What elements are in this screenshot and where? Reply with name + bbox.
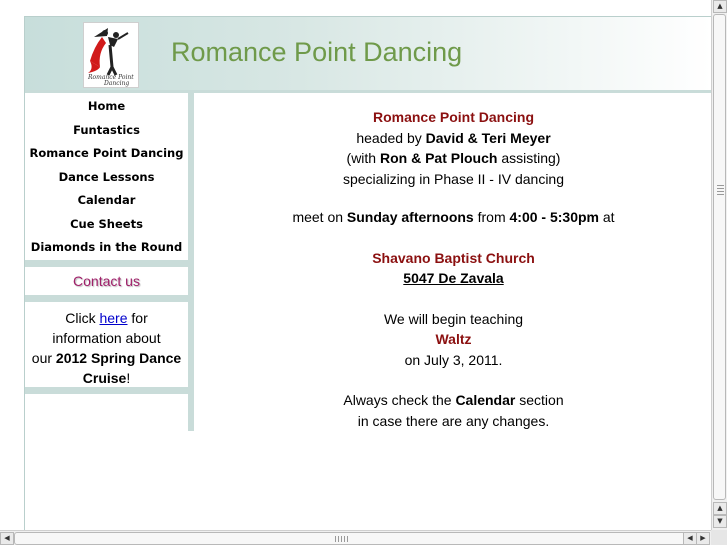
promo-our: our [31,349,53,366]
horizontal-scrollbar[interactable]: ◀ ◀ ▶ [0,530,711,545]
assisting-text: assisting) [501,150,561,166]
begin-teaching-text: We will begin teaching [383,310,524,327]
nav-item-calendar[interactable]: Calendar [25,189,188,213]
nav-item-romance-point-dancing[interactable]: Romance Point Dancing [25,142,188,166]
changes-text: in case there are any changes. [357,412,550,429]
promo-line2: information about [52,329,161,346]
scroll-right-icon[interactable]: ▶ [696,532,710,545]
scroll-up-icon[interactable]: ▲ [713,0,727,13]
svg-text:Dancing: Dancing [103,80,129,87]
check-pre-text: Always check the [343,392,452,408]
vertical-scrollbar[interactable]: ▲ ▲ ▼ [711,0,727,530]
promo-cruise: 2012 Spring Dance Cruise [55,349,182,386]
promo-end: ! [126,369,131,386]
scroll-left-icon[interactable]: ◀ [0,532,14,545]
check-post-text: section [519,392,564,408]
promo-for: for [131,309,148,326]
meeting-time: 4:00 - 5:30pm [509,209,599,225]
sidebar-divider [25,259,188,267]
left-margin [0,0,24,530]
assistants-name: Ron & Pat Plouch [379,150,498,166]
headed-by-text: headed by [356,129,422,146]
cruise-promo: Click here for information about our 201… [25,302,188,387]
sidebar: Home Funtastics Romance Point Dancing Da… [25,93,188,431]
nav-item-dance-lessons[interactable]: Dance Lessons [25,166,188,190]
page-frame: Romance Point Dancing Romance Point Danc… [24,16,712,531]
dancing-couple-logo[interactable]: Romance Point Dancing [83,22,139,88]
scroll-down-icon[interactable]: ▼ [713,515,727,528]
scrollbar-corner [711,530,727,545]
scroll-up-icon[interactable]: ▲ [713,502,727,515]
sidebar-divider [25,386,188,394]
sidebar-edge [188,93,194,431]
vertical-scroll-thumb[interactable] [713,14,726,500]
meet-on-text: meet on [292,209,344,225]
group-name: Romance Point Dancing [372,109,535,125]
specializing-text: specializing in Phase II - IV dancing [342,170,564,187]
meeting-day: Sunday afternoons [346,209,474,225]
calendar-mention: Calendar [455,392,516,408]
nav-item-funtastics[interactable]: Funtastics [25,119,188,143]
site-header: Romance Point Dancing Romance Point Danc… [25,17,712,93]
scroll-left-icon[interactable]: ◀ [683,532,697,545]
nav-item-diamonds-in-the-round[interactable]: Diamonds in the Round [25,236,188,260]
promo-here-link[interactable]: here [99,310,127,326]
church-address-link[interactable]: 5047 De Zavala [403,270,503,286]
nav-item-home[interactable]: Home [25,95,188,119]
site-title: Romance Point Dancing [171,37,463,67]
dancing-couple-icon: Romance Point Dancing [87,28,134,87]
sidebar-divider [25,294,188,302]
church-name: Shavano Baptist Church [372,249,535,266]
with-text: (with [346,150,377,166]
dance-name: Waltz [435,331,472,347]
nav-item-cue-sheets[interactable]: Cue Sheets [25,213,188,237]
at-text: at [602,209,615,225]
start-date: on July 3, 2011. [404,351,503,368]
grip-icon [717,185,724,197]
from-text: from [477,209,506,225]
contact-us-link[interactable]: Contact us [25,267,188,295]
leaders-name: David & Teri Meyer [425,129,551,146]
main-content: Romance Point Dancing headed by David & … [195,93,712,531]
promo-click: Click [65,309,96,326]
sidebar-nav: Home Funtastics Romance Point Dancing Da… [25,93,188,260]
grip-icon [335,536,349,542]
horizontal-scroll-thumb[interactable] [14,532,695,545]
